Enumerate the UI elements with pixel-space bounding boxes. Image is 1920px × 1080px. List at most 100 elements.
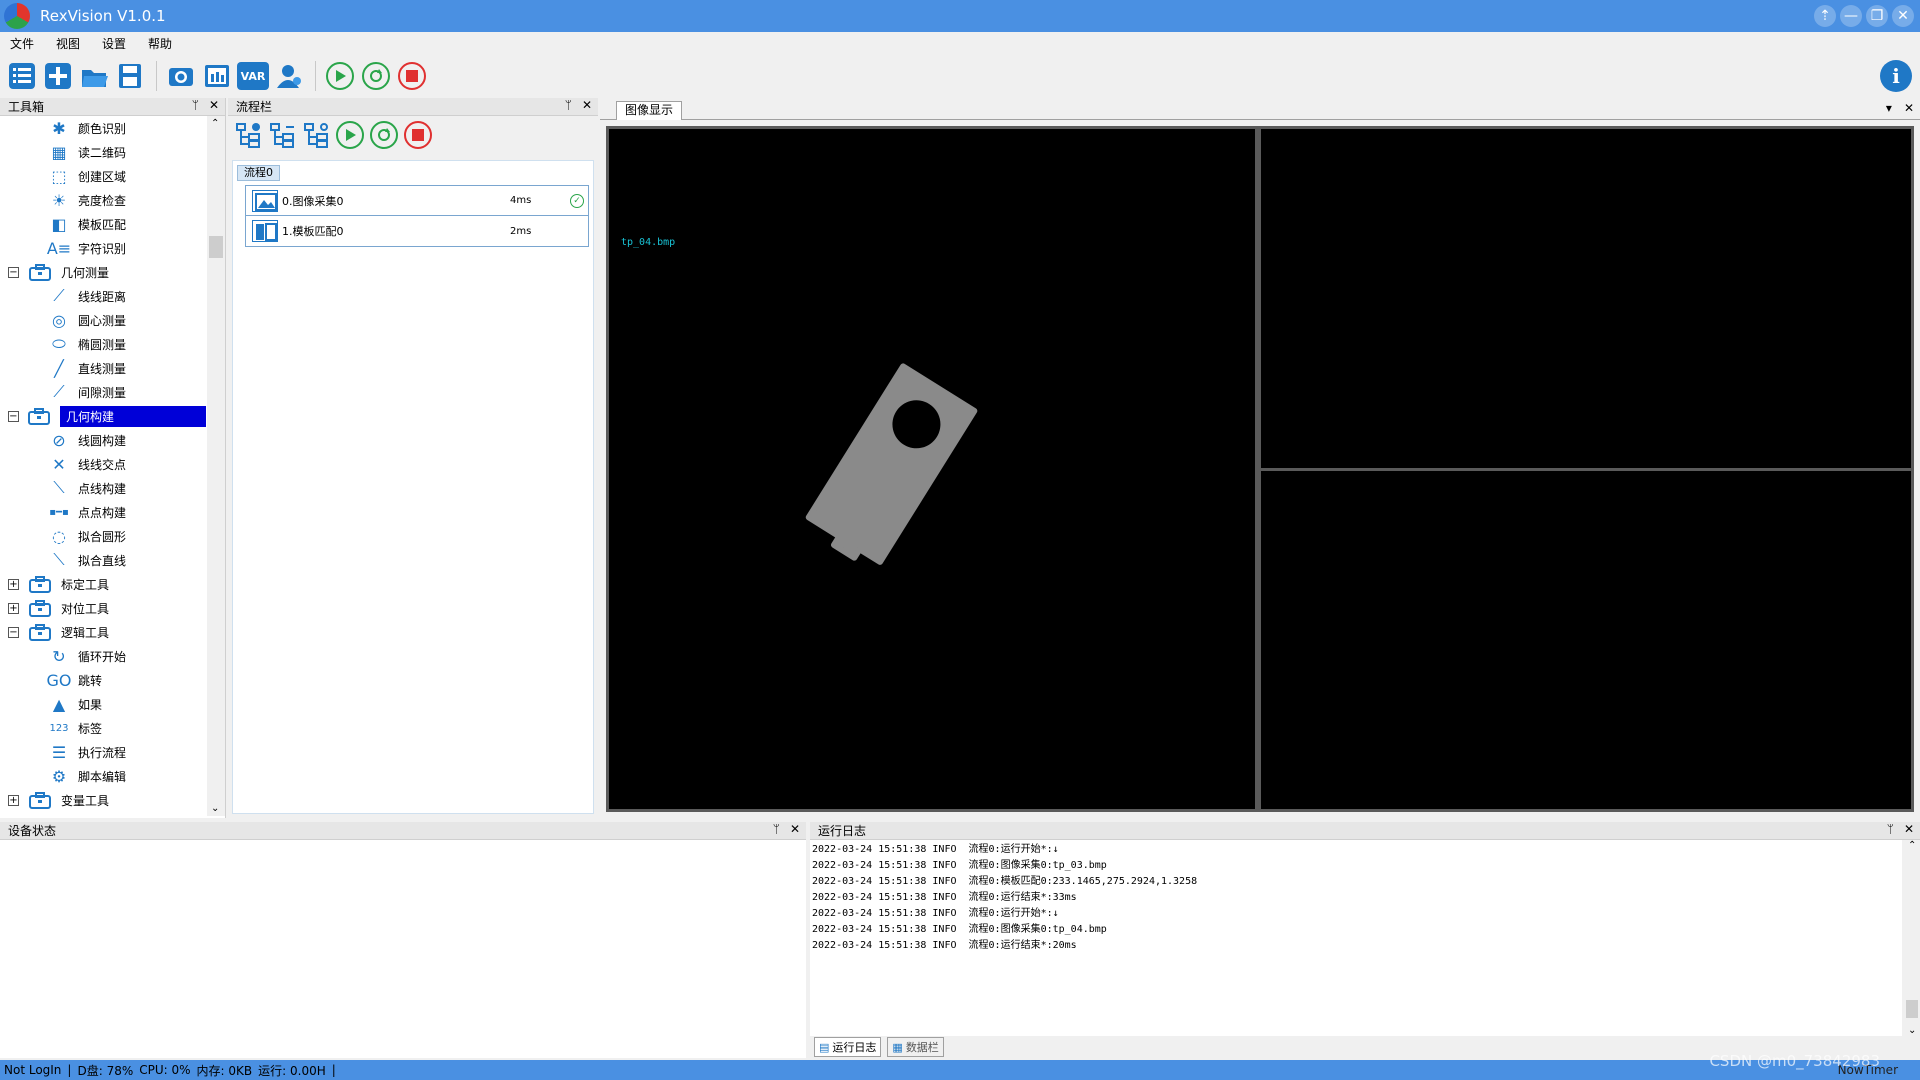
collapse-icon[interactable]: − bbox=[8, 266, 19, 278]
run-once-button[interactable] bbox=[324, 60, 356, 92]
expand-icon[interactable]: + bbox=[8, 794, 19, 806]
menu-help[interactable]: 帮助 bbox=[148, 35, 172, 52]
scroll-down-icon[interactable]: ⌄ bbox=[1908, 1025, 1916, 1036]
expand-icon[interactable]: + bbox=[8, 602, 19, 614]
tree-tool-item[interactable]: ◎ 圆心测量 bbox=[0, 308, 206, 332]
flow-stop-button[interactable] bbox=[404, 121, 432, 149]
flow-settings-icon[interactable] bbox=[302, 121, 330, 149]
tree-group[interactable]: − 几何测量 bbox=[0, 260, 206, 284]
tree-tool-item[interactable]: ↻ 循环开始 bbox=[0, 644, 206, 668]
tree-tool-item[interactable]: ▲ 如果 bbox=[0, 692, 206, 716]
label-icon: 123 bbox=[49, 722, 69, 734]
tree-tool-item[interactable]: ⚙ 脚本编辑 bbox=[0, 764, 206, 788]
tree-tool-item[interactable]: 123 标签 bbox=[0, 716, 206, 740]
scroll-up-icon[interactable]: ⌃ bbox=[211, 118, 219, 129]
tree-tool-item[interactable]: ◌ 拟合圆形 bbox=[0, 524, 206, 548]
tree-group[interactable]: + 对位工具 bbox=[0, 596, 206, 620]
save-button[interactable] bbox=[114, 60, 146, 92]
tree-tool-item[interactable]: ⟋ 间隙测量 bbox=[0, 380, 206, 404]
flow-canvas[interactable]: 流程0 0.图像采集0 4ms ✓ 1.模板匹配0 2ms bbox=[232, 160, 594, 814]
image-source-button[interactable] bbox=[201, 60, 233, 92]
tree-group[interactable]: − 逻辑工具 bbox=[0, 620, 206, 644]
user-button[interactable] bbox=[273, 60, 305, 92]
tree-tool-item[interactable]: ⟍ 拟合直线 bbox=[0, 548, 206, 572]
tree-tool-item[interactable]: ⊘ 线圆构建 bbox=[0, 428, 206, 452]
scroll-up-icon[interactable]: ⌃ bbox=[1908, 840, 1916, 851]
pin-icon[interactable]: ᛘ bbox=[565, 98, 572, 112]
tree-tool-item[interactable]: ⟋ 线线距离 bbox=[0, 284, 206, 308]
tree-tool-item[interactable]: ✱ 颜色识别 bbox=[0, 116, 206, 140]
tree-tool-item[interactable]: ✕ 线线交点 bbox=[0, 452, 206, 476]
scroll-thumb[interactable] bbox=[209, 236, 223, 258]
tree-tool-item[interactable]: ⬚ 创建区域 bbox=[0, 164, 206, 188]
flow-step[interactable]: 1.模板匹配0 2ms bbox=[246, 216, 588, 246]
menu-file[interactable]: 文件 bbox=[10, 35, 34, 52]
tree-group[interactable]: − 几何构建 bbox=[0, 404, 206, 428]
ocr-icon: A≡ bbox=[46, 238, 72, 258]
minimize-button[interactable]: — bbox=[1840, 5, 1862, 27]
new-button[interactable] bbox=[42, 60, 74, 92]
image-view-top-right[interactable] bbox=[1258, 126, 1914, 472]
dropdown-icon[interactable]: ▾ bbox=[1886, 101, 1892, 115]
tree-tool-item[interactable]: ☰ 执行流程 bbox=[0, 740, 206, 764]
tree-tool-item[interactable]: ⟍ 点线构建 bbox=[0, 476, 206, 500]
camera-icon bbox=[169, 68, 193, 86]
stop-button[interactable] bbox=[396, 60, 428, 92]
variable-button[interactable]: VAR bbox=[237, 60, 269, 92]
close-icon[interactable]: ✕ bbox=[209, 98, 219, 112]
flow-run-once-button[interactable] bbox=[336, 121, 364, 149]
tree-tool-item[interactable]: ▪━▪ 点点构建 bbox=[0, 500, 206, 524]
expand-icon[interactable]: + bbox=[8, 578, 19, 590]
close-button[interactable]: ✕ bbox=[1892, 5, 1914, 27]
maximize-button[interactable]: ❐ bbox=[1866, 5, 1888, 27]
tree-tool-item[interactable]: GO 跳转 bbox=[0, 668, 206, 692]
tab-run-log[interactable]: ▤ 运行日志 bbox=[814, 1037, 882, 1057]
collapse-icon[interactable]: − bbox=[8, 410, 19, 422]
script-icon: ⚙ bbox=[51, 766, 67, 786]
tree-group[interactable]: + 标定工具 bbox=[0, 572, 206, 596]
scroll-thumb[interactable] bbox=[1906, 1000, 1918, 1018]
menu-view[interactable]: 视图 bbox=[56, 35, 80, 52]
tree-tool-item[interactable]: ☀ 亮度检查 bbox=[0, 188, 206, 212]
flow-step[interactable]: 0.图像采集0 4ms ✓ bbox=[246, 186, 588, 216]
tree-item-label: 读二维码 bbox=[78, 145, 127, 160]
run-loop-button[interactable] bbox=[360, 60, 392, 92]
toolbox-scrollbar[interactable]: ⌃ ⌄ bbox=[207, 116, 225, 816]
tab-data-bar[interactable]: ▦ 数据栏 bbox=[887, 1037, 944, 1057]
status-bar: Not LogIn | D盘: 78% CPU: 0% 内存: 0KB 运行: 0… bbox=[0, 1060, 1920, 1080]
close-icon[interactable]: ✕ bbox=[790, 822, 800, 836]
tree-item-label: 拟合直线 bbox=[78, 553, 127, 568]
region-icon: ⬚ bbox=[51, 166, 67, 186]
pin-icon[interactable]: ᛘ bbox=[1887, 822, 1894, 836]
pin-icon[interactable]: ᛘ bbox=[192, 98, 199, 112]
image-view-bottom-right[interactable] bbox=[1258, 468, 1914, 812]
scroll-down-icon[interactable]: ⌄ bbox=[211, 803, 219, 814]
flow-tab[interactable]: 流程0 bbox=[237, 165, 280, 181]
pin-top-button[interactable]: ⇡ bbox=[1814, 5, 1836, 27]
tree-tool-item[interactable]: A≡ 字符识别 bbox=[0, 236, 206, 260]
tree-tool-item[interactable]: ╱ 直线测量 bbox=[0, 356, 206, 380]
close-icon[interactable]: ✕ bbox=[582, 98, 592, 112]
open-button[interactable] bbox=[78, 60, 110, 92]
info-icon[interactable]: i bbox=[1880, 60, 1912, 92]
remove-flow-icon[interactable] bbox=[268, 121, 296, 149]
log-line: 2022-03-24 15:51:38 INFO 流程0:运行开始*:↓ bbox=[812, 908, 1059, 919]
close-icon[interactable]: ✕ bbox=[1904, 822, 1914, 836]
close-icon[interactable]: ✕ bbox=[1904, 101, 1914, 115]
collapse-icon[interactable]: − bbox=[8, 626, 19, 638]
tree-group[interactable]: + 变量工具 bbox=[0, 788, 206, 812]
tree-tool-item[interactable]: ◧ 模板匹配 bbox=[0, 212, 206, 236]
tree-tool-item[interactable]: ▦ 读二维码 bbox=[0, 140, 206, 164]
tab-image-display[interactable]: 图像显示 bbox=[616, 101, 683, 120]
tree-tool-item[interactable]: ⬭ 椭圆测量 bbox=[0, 332, 206, 356]
pin-icon[interactable]: ᛘ bbox=[773, 822, 780, 836]
tree-item-label: 直线测量 bbox=[78, 361, 127, 376]
add-flow-icon[interactable] bbox=[234, 121, 262, 149]
image-view-main[interactable]: tp_04.bmp bbox=[606, 126, 1258, 812]
solution-list-button[interactable] bbox=[6, 60, 38, 92]
menu-settings[interactable]: 设置 bbox=[102, 35, 126, 52]
run-log-text[interactable]: 2022-03-24 15:51:38 INFO 流程0:运行开始*:↓ 202… bbox=[810, 840, 1902, 1036]
camera-button[interactable] bbox=[165, 60, 197, 92]
flow-run-loop-button[interactable] bbox=[370, 121, 398, 149]
run-log-scrollbar[interactable]: ⌃ ⌄ bbox=[1904, 840, 1920, 1036]
